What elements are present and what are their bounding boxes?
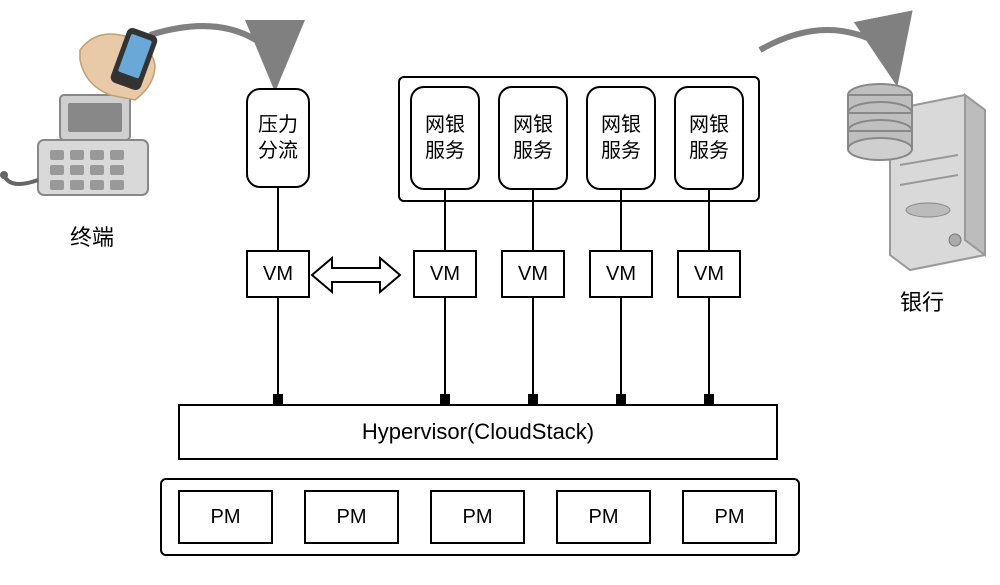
vm-box-2: VM: [501, 250, 565, 298]
line-vm3-hv: [620, 298, 622, 394]
pm-box-2: PM: [430, 490, 525, 544]
pm-box-1: PM: [304, 490, 399, 544]
stub-3: [616, 394, 626, 404]
stub-0: [273, 394, 283, 404]
bank-server-illustration: [848, 84, 985, 270]
pm-box-0: PM: [178, 490, 273, 544]
terminal-label: 终端: [70, 220, 114, 252]
vm-box-4: VM: [677, 250, 741, 298]
arrow-terminal-to-pressure: [150, 26, 275, 80]
line-vm4-hv: [708, 298, 710, 394]
terminal-illustration: [0, 26, 159, 195]
line-pressure-vm: [277, 188, 279, 250]
line-vm2-hv: [532, 298, 534, 394]
arrow-services-to-bank: [760, 30, 895, 75]
service-box-1: 网银 服务: [410, 86, 480, 190]
line-vm0-hv: [277, 298, 279, 394]
line-svc1-vm: [444, 190, 446, 250]
service-box-3: 网银 服务: [586, 86, 656, 190]
pm-box-3: PM: [556, 490, 651, 544]
bank-label: 银行: [900, 285, 944, 317]
pressure-box: 压力 分流: [246, 88, 310, 188]
pm-box-4: PM: [682, 490, 777, 544]
stub-1: [440, 394, 450, 404]
line-vm1-hv: [444, 298, 446, 394]
vm-box-3: VM: [589, 250, 653, 298]
service-box-2: 网银 服务: [498, 86, 568, 190]
line-svc4-vm: [708, 190, 710, 250]
vm-box-1: VM: [413, 250, 477, 298]
bidirectional-arrow: [312, 258, 400, 292]
line-svc3-vm: [620, 190, 622, 250]
stub-2: [528, 394, 538, 404]
service-box-4: 网银 服务: [674, 86, 744, 190]
stub-4: [704, 394, 714, 404]
line-svc2-vm: [532, 190, 534, 250]
hypervisor-box: Hypervisor(CloudStack): [178, 404, 778, 460]
vm-box-0: VM: [246, 250, 310, 298]
